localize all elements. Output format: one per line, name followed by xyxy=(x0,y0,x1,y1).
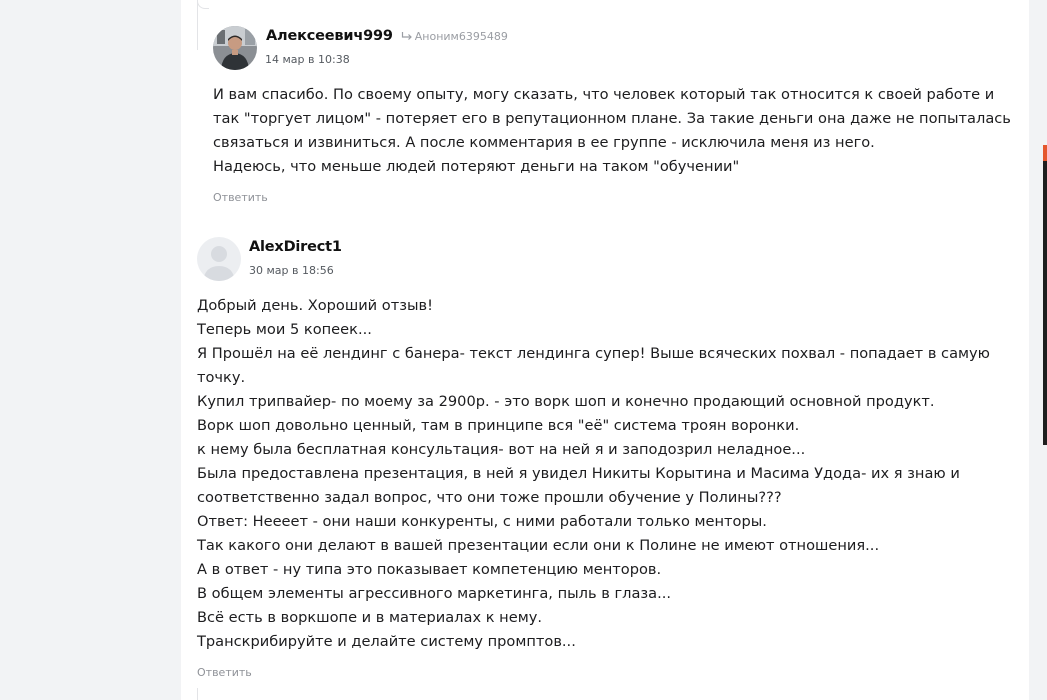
comment-line: точку. xyxy=(197,369,246,386)
reply-to-name: Аноним6395489 xyxy=(414,29,508,43)
comment-line: Добрый день. Хороший отзыв! xyxy=(197,297,433,314)
thread-line xyxy=(197,0,198,50)
comment-timestamp: 30 мар в 18:56 xyxy=(249,264,334,277)
author-name[interactable]: Алексеевич999 xyxy=(266,28,393,44)
comment-line: В общем элементы агрессивного маркетинга… xyxy=(197,585,672,602)
comment-line: Всё есть в воркшопе и в материалах к нем… xyxy=(197,609,542,626)
comment-line: Транскрибируйте и делайте систему промпт… xyxy=(197,633,576,650)
thread-line-bottom xyxy=(197,688,198,700)
author-name[interactable]: AlexDirect1 xyxy=(249,239,342,255)
reply-button[interactable]: Ответить xyxy=(213,191,268,204)
comment-line: Надеюсь, что меньше людей потеряют деньг… xyxy=(213,158,740,175)
comment-line: так "торгует лицом" - потеряет его в реп… xyxy=(213,110,1011,127)
comment-line: Ответ: Нееeет - они наши конкуренты, с н… xyxy=(197,513,767,530)
comment-text: Добрый день. Хороший отзыв! Теперь мои 5… xyxy=(197,294,1027,654)
comment-line: Была предоставлена презентация, в ней я … xyxy=(197,465,960,482)
comment-line: связаться и извиниться. А после коммента… xyxy=(213,134,875,151)
user-photo-avatar-icon[interactable] xyxy=(213,26,257,70)
author-row: AlexDirect1 xyxy=(249,239,342,255)
comment-item: AlexDirect1 30 мар в 18:56 Добрый день. … xyxy=(197,237,1027,682)
reply-to-link[interactable]: Аноним6395489 xyxy=(401,30,508,43)
comment-line: к нему была бесплатная консультация- вот… xyxy=(197,441,806,458)
comment-line: соответственно задал вопрос, что они тож… xyxy=(197,489,782,506)
scrollbar-marker xyxy=(1043,145,1047,161)
comment-line: Купил трипвайер- по моему за 2900р. - эт… xyxy=(197,393,935,410)
reply-arrow-icon xyxy=(401,32,412,40)
comment-line: Я Прошёл на её лендинг с банера- текст л… xyxy=(197,345,990,362)
comment-line: А в ответ - ну типа это показывает компе… xyxy=(197,561,662,578)
page: Алексеевич999 Аноним6395489 14 мар в 10:… xyxy=(0,0,1047,700)
comment-line: Теперь мои 5 копеек... xyxy=(197,321,372,338)
reply-button[interactable]: Ответить xyxy=(197,666,252,679)
comment-text: И вам спасибо. По своему опыту, могу ска… xyxy=(213,83,1023,179)
comment-line: Ворк шоп довольно ценный, там в принципе… xyxy=(197,417,800,434)
comment-line: И вам спасибо. По своему опыту, могу ска… xyxy=(213,86,995,103)
comment-item: Алексеевич999 Аноним6395489 14 мар в 10:… xyxy=(213,26,1023,211)
comment-line: Так какого они делают в вашей презентаци… xyxy=(197,537,880,554)
default-user-avatar-icon[interactable] xyxy=(197,237,241,281)
scrollbar-thumb[interactable] xyxy=(1043,145,1047,445)
author-row: Алексеевич999 Аноним6395489 xyxy=(266,28,508,44)
comment-timestamp: 14 мар в 10:38 xyxy=(265,53,350,66)
